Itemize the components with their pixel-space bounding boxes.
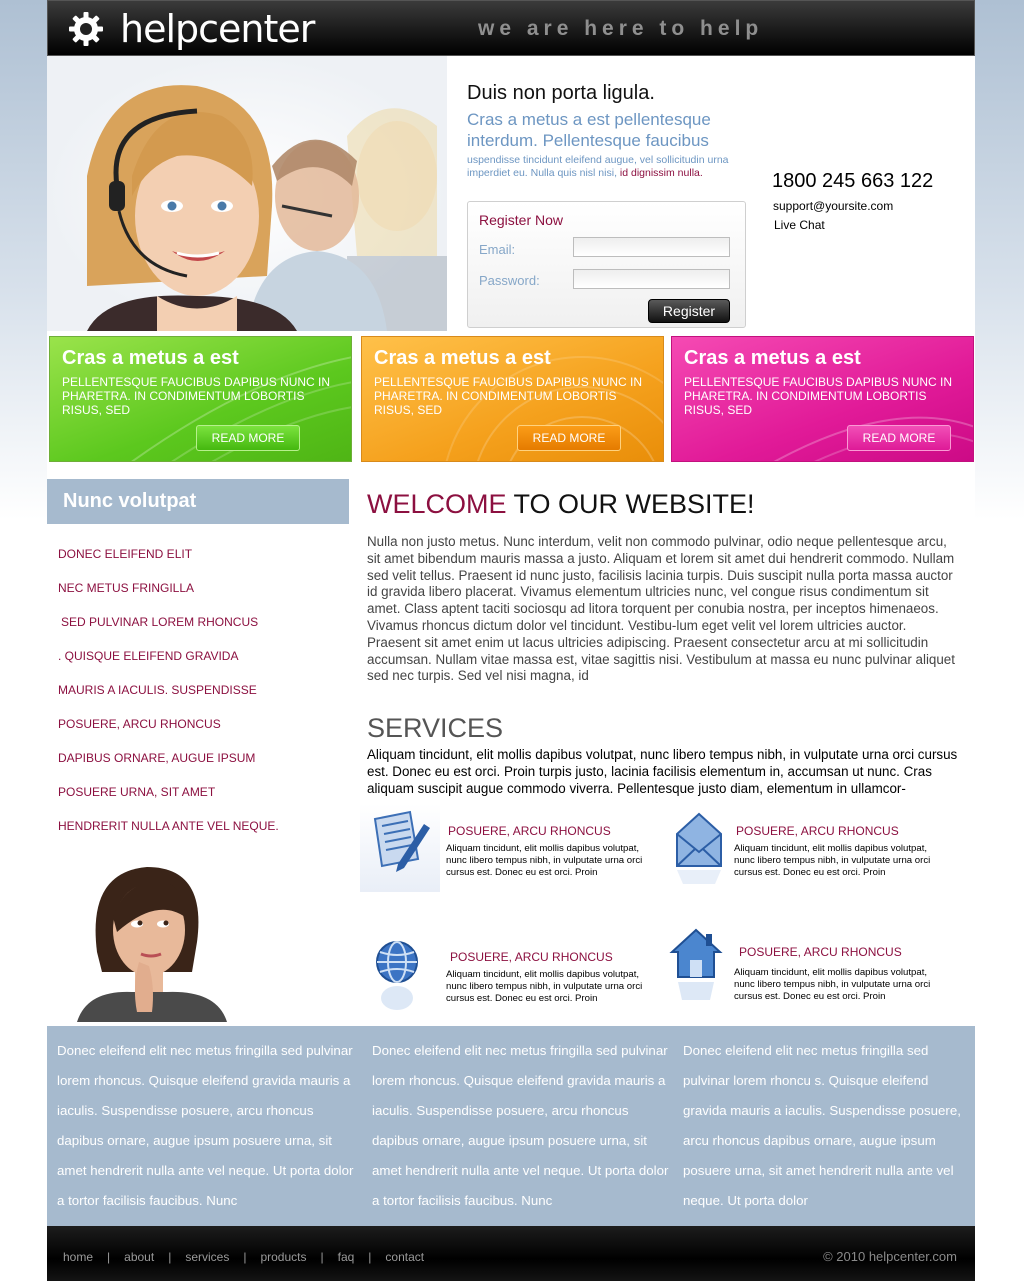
promo-text: PELLENTESQUE FAUCIBUS DAPIBUS NUNC IN PH… [62, 375, 331, 417]
footer-column: Donec eleifend elit nec metus fringilla … [372, 1043, 669, 1208]
sidebar-link[interactable]: . QUISQUE ELEIFEND GRAVIDA [58, 649, 238, 663]
hero-heading: Duis non porta ligula. [467, 82, 655, 104]
promo-title: Cras a metus a est [684, 347, 861, 369]
home-icon [662, 922, 742, 1010]
hero-text: uspendisse tincidunt eleifend augue, vel… [467, 154, 757, 180]
nav-separator: | [168, 1250, 172, 1264]
read-more-button[interactable]: READ MORE [196, 425, 300, 451]
sidebar-link[interactable]: DONEC ELEIFEND ELIT [58, 547, 192, 561]
promo-box-pink: Cras a metus a est PELLENTESQUE FAUCIBUS… [671, 336, 974, 462]
hero-subheading: Cras a metus a est pellentesque interdum… [467, 110, 711, 150]
globe-icon [363, 932, 443, 1020]
promo-box-orange: Cras a metus a est PELLENTESQUE FAUCIBUS… [361, 336, 664, 462]
sidebar-link[interactable]: SED PULVINAR LOREM RHONCUS [61, 615, 258, 629]
footer-columns: Donec eleifend elit nec metus fringilla … [47, 1026, 975, 1226]
nav-separator: | [243, 1250, 247, 1264]
footer-column: Donec eleifend elit nec metus fringilla … [683, 1043, 961, 1208]
nav-contact[interactable]: contact [385, 1250, 424, 1264]
thinking-woman-illustration [57, 862, 247, 1022]
nav-services[interactable]: services [185, 1250, 229, 1264]
welcome-text: Nulla non justo metus. Nunc interdum, ve… [367, 534, 955, 684]
service-text: Aliquam tincidunt, elit mollis dapibus v… [446, 969, 643, 1004]
envelope-icon [659, 804, 739, 892]
nav-products[interactable]: products [260, 1250, 306, 1264]
password-label: Password: [479, 273, 540, 288]
logo-text[interactable]: helpcenter [120, 7, 315, 51]
promo-title: Cras a metus a est [62, 347, 239, 369]
email-label: Email: [479, 242, 516, 257]
tagline: we are here to help [478, 17, 764, 40]
services-text: Aliquam tincidunt, elit mollis dapibus v… [367, 747, 958, 796]
support-email[interactable]: support@yoursite.com [773, 199, 893, 213]
sidebar-link[interactable]: MAURIS A IACULIS. SUSPENDISSE [58, 683, 257, 697]
hero-photo [47, 56, 447, 331]
sidebar-link[interactable]: HENDRERIT NULLA ANTE VEL NEQUE. [58, 819, 279, 833]
email-field[interactable] [573, 237, 730, 257]
footer-column: Donec eleifend elit nec metus fringilla … [57, 1043, 354, 1208]
nav-separator: | [107, 1250, 111, 1264]
support-agents-illustration [47, 56, 447, 331]
site-header: helpcenter we are here to help [47, 0, 975, 56]
nav-about[interactable]: about [124, 1250, 154, 1264]
page: helpcenter we are here to help Duis non … [47, 0, 975, 1281]
register-form: Register Now Email: Password: Register [467, 201, 746, 328]
service-text: Aliquam tincidunt, elit mollis dapibus v… [734, 967, 931, 1002]
service-title[interactable]: POSUERE, ARCU RHONCUS [736, 824, 899, 838]
service-title[interactable]: POSUERE, ARCU RHONCUS [739, 945, 902, 959]
phone-number: 1800 245 663 122 [772, 170, 934, 192]
nav-home[interactable]: home [63, 1250, 93, 1264]
sidebar-link[interactable]: NEC METUS FRINGILLA [58, 581, 194, 595]
register-title: Register Now [479, 212, 564, 228]
nav-separator: | [320, 1250, 324, 1264]
promo-text: PELLENTESQUE FAUCIBUS DAPIBUS NUNC IN PH… [684, 375, 953, 417]
service-title[interactable]: POSUERE, ARCU RHONCUS [448, 824, 611, 838]
footer-bar: home | about | services | products | faq | contact… [47, 1226, 975, 1281]
promo-title: Cras a metus a est [374, 347, 551, 369]
sidebar-heading: Nunc volutpat [47, 479, 349, 524]
service-text: Aliquam tincidunt, elit mollis dapibus v… [446, 843, 643, 878]
hero-text-highlight: id dignissim nulla. [619, 167, 703, 179]
password-field[interactable] [573, 269, 730, 289]
thinking-woman-photo [57, 862, 247, 1022]
sidebar-link[interactable]: POSUERE URNA, SIT AMET [58, 785, 215, 799]
sidebar-link[interactable]: DAPIBUS ORNARE, AUGUE IPSUM [58, 751, 255, 765]
services-heading: SERVICES [367, 713, 504, 743]
gear-icon [69, 12, 103, 46]
document-pen-icon [360, 804, 440, 892]
sidebar-link[interactable]: POSUERE, ARCU RHONCUS [58, 717, 221, 731]
promo-text: PELLENTESQUE FAUCIBUS DAPIBUS NUNC IN PH… [374, 375, 643, 417]
nav-faq[interactable]: faq [338, 1250, 355, 1264]
service-text: Aliquam tincidunt, elit mollis dapibus v… [734, 843, 931, 878]
welcome-heading: WELCOME TO OUR WEBSITE! [367, 489, 755, 520]
copyright: © 2010 helpcenter.com [823, 1249, 957, 1264]
promo-box-green: Cras a metus a est PELLENTESQUE FAUCIBUS… [49, 336, 352, 462]
read-more-button[interactable]: READ MORE [517, 425, 621, 451]
read-more-button[interactable]: READ MORE [847, 425, 951, 451]
service-title[interactable]: POSUERE, ARCU RHONCUS [450, 950, 613, 964]
welcome-accent: WELCOME [367, 489, 507, 519]
sidebar-title: Nunc volutpat [63, 490, 197, 512]
live-chat-link[interactable]: Live Chat [774, 218, 825, 232]
nav-separator: | [368, 1250, 372, 1264]
footer-nav: home | about | services | products | faq | contact [63, 1250, 424, 1264]
register-button[interactable]: Register [648, 299, 730, 323]
welcome-rest: TO OUR WEBSITE! [506, 489, 755, 519]
